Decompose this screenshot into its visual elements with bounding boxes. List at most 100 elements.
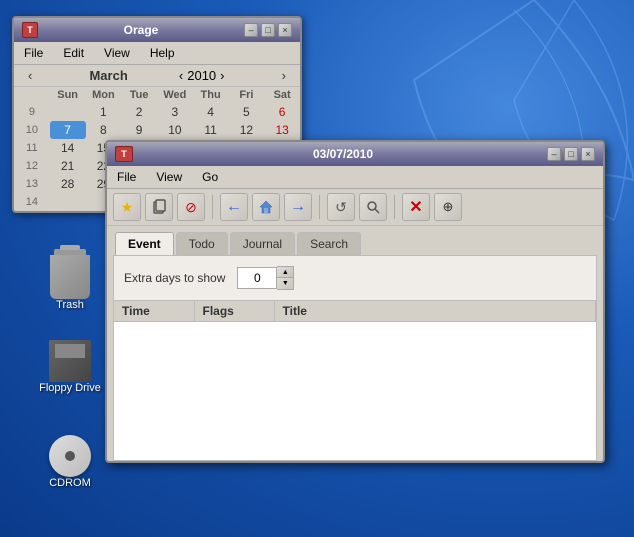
extra-days-input[interactable] [237,267,277,289]
cal-day[interactable]: 21 [50,157,86,175]
next-year-button[interactable]: › [220,68,224,83]
trash-icon [50,255,90,299]
orage-title-icon: T [22,22,38,38]
event-table-container: Time Flags Title [113,301,597,461]
orage-window-buttons: – □ × [244,23,292,37]
zoom-button[interactable]: ⊕ [434,193,462,221]
week-num-9: 9 [14,103,50,121]
cal-day[interactable]: 3 [157,103,193,121]
cdrom-desktop-icon[interactable]: CDROM [30,435,110,489]
col-sat: Sat [264,87,300,103]
cal-day[interactable]: 9 [121,121,157,139]
event-menu-file[interactable]: File [111,168,142,186]
cal-day[interactable]: 11 [193,121,229,139]
year-nav: ‹ 2010 › [179,68,225,83]
orage-maximize-button[interactable]: □ [261,23,275,37]
col-tue: Tue [121,87,157,103]
cal-day[interactable]: 14 [50,139,86,157]
event-tab-bar: Event Todo Journal Search [107,226,603,255]
event-data-table: Time Flags Title [114,301,596,322]
col-flags: Flags [194,301,274,322]
orage-minimize-button[interactable]: – [244,23,258,37]
col-thu: Thu [193,87,229,103]
week-num-14: 14 [14,193,50,211]
calendar-month: March [89,68,127,83]
cdrom-label: CDROM [49,477,91,489]
refresh-button[interactable]: ↺ [327,193,355,221]
copy-button[interactable] [145,193,173,221]
orage-menu-help[interactable]: Help [144,44,181,62]
cal-day[interactable]: 1 [86,103,122,121]
event-maximize-button[interactable]: □ [564,147,578,161]
week-num-11: 11 [14,139,50,157]
week-num-13: 13 [14,175,50,193]
orage-menu-edit[interactable]: Edit [57,44,90,62]
week-num-header [14,87,50,103]
cal-day[interactable]: 12 [229,121,265,139]
home-button[interactable] [252,193,280,221]
extra-days-spinner[interactable]: ▲ ▼ [237,266,294,290]
calendar-year: 2010 [187,68,216,83]
event-close-button[interactable]: × [581,147,595,161]
orage-menu-view[interactable]: View [98,44,136,62]
forward-button[interactable]: → [284,193,312,221]
event-window-title: 03/07/2010 [139,147,547,161]
tab-event[interactable]: Event [115,232,174,255]
orage-close-button[interactable]: × [278,23,292,37]
cal-day[interactable] [50,103,86,121]
week-num-12: 12 [14,157,50,175]
floppy-label: Floppy Drive [39,382,101,394]
calendar-nav: ‹ March ‹ 2010 › › [14,65,300,87]
tab-search[interactable]: Search [297,232,361,255]
spinner-up-button[interactable]: ▲ [277,267,293,278]
new-event-button[interactable]: ★ [113,193,141,221]
floppy-icon [49,340,91,382]
cal-day[interactable]: 2 [121,103,157,121]
table-row: 9 1 2 3 4 5 6 [14,103,300,121]
spinner-down-button[interactable]: ▼ [277,278,293,289]
delete-button[interactable]: ⊘ [177,193,205,221]
event-toolbar: ★ ⊘ ← → ↺ ✕ ⊕ [107,189,603,226]
col-time: Time [114,301,194,322]
cal-day[interactable]: 28 [50,175,86,193]
cal-day-today[interactable]: 7 [50,121,86,139]
trash-label: Trash [56,299,84,311]
close-red-button[interactable]: ✕ [402,193,430,221]
trash-desktop-icon[interactable]: Trash [30,255,110,311]
event-menu-bar: File View Go [107,166,603,189]
orage-menu-bar: File Edit View Help [14,42,300,65]
event-titlebar: T 03/07/2010 – □ × [107,142,603,166]
floppy-desktop-icon[interactable]: Floppy Drive [30,340,110,394]
prev-year-button[interactable]: ‹ [179,68,183,83]
cal-day[interactable]: 5 [229,103,265,121]
col-sun: Sun [50,87,86,103]
prev-month-button[interactable]: ‹ [22,68,38,83]
toolbar-sep-3 [394,195,395,219]
orage-titlebar: T Orage – □ × [14,18,300,42]
tab-journal[interactable]: Journal [230,232,295,255]
toolbar-sep-1 [212,195,213,219]
cal-day[interactable] [50,193,86,211]
table-header-row: Time Flags Title [114,301,596,322]
extra-days-row: Extra days to show ▲ ▼ [124,266,586,290]
cal-day[interactable]: 4 [193,103,229,121]
orage-menu-file[interactable]: File [18,44,49,62]
tab-todo[interactable]: Todo [176,232,228,255]
cal-day[interactable]: 8 [86,121,122,139]
col-mon: Mon [86,87,122,103]
back-button[interactable]: ← [220,193,248,221]
event-minimize-button[interactable]: – [547,147,561,161]
col-title: Title [274,301,596,322]
event-menu-view[interactable]: View [150,168,188,186]
event-menu-go[interactable]: Go [196,168,224,186]
event-window: T 03/07/2010 – □ × File View Go ★ ⊘ ← → [105,140,605,463]
cdrom-icon [49,435,91,477]
next-month-button[interactable]: › [276,68,292,83]
cal-day[interactable]: 13 [264,121,300,139]
find-button[interactable] [359,193,387,221]
spinner-arrows: ▲ ▼ [277,266,294,290]
cal-day[interactable]: 10 [157,121,193,139]
col-fri: Fri [229,87,265,103]
cal-day[interactable]: 6 [264,103,300,121]
event-window-buttons: – □ × [547,147,595,161]
